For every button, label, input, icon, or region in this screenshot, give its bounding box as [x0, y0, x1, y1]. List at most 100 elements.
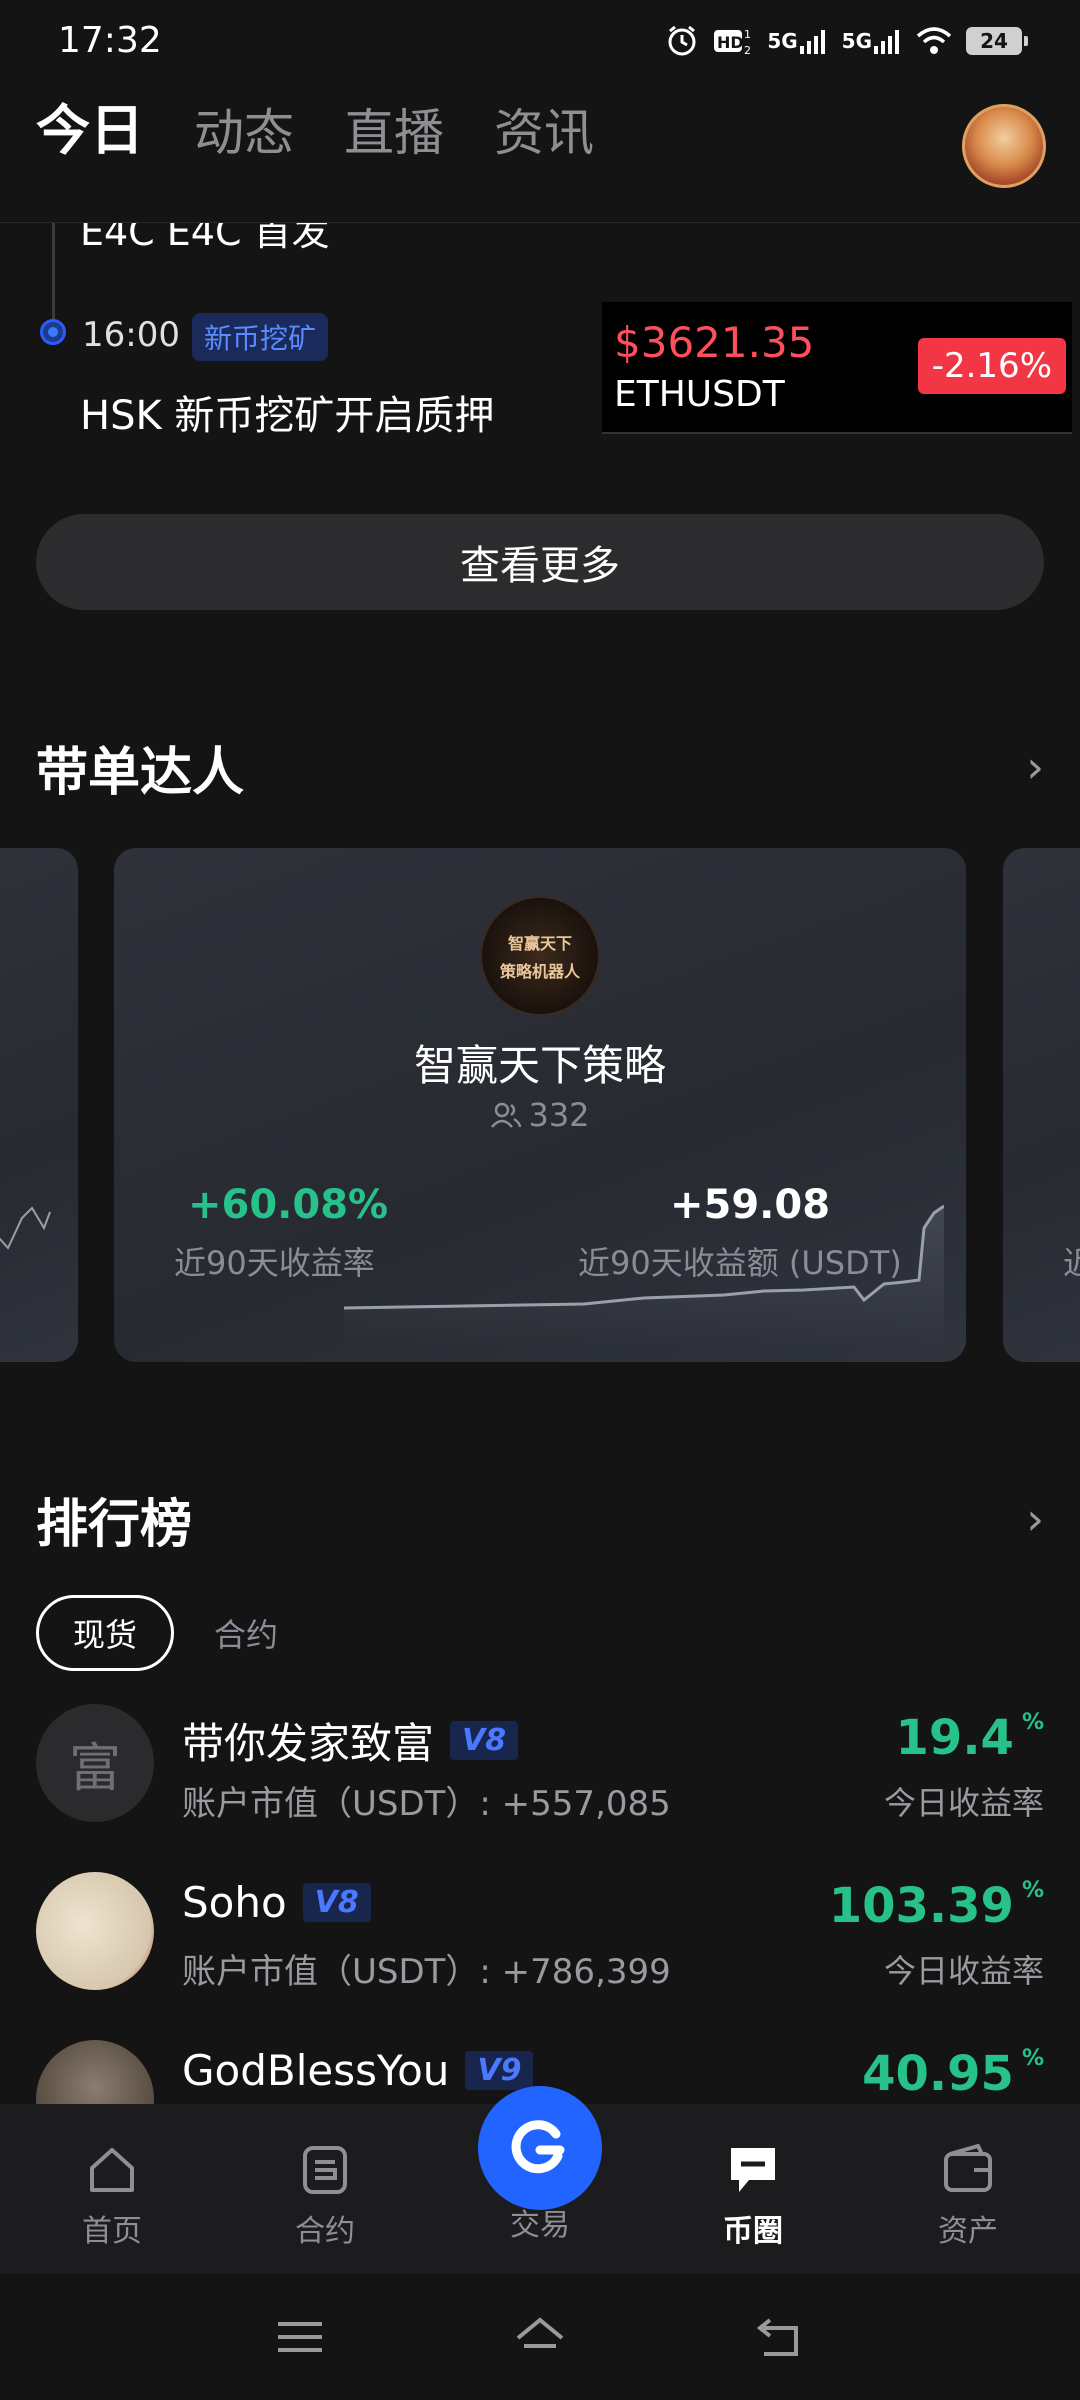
- tab-news[interactable]: 资讯: [494, 104, 594, 163]
- trader-card-next-label: 近: [1063, 1244, 1080, 1282]
- home-icon: [90, 2148, 134, 2192]
- status-bar: 17:32 HD 1 2 5G 5G 24: [0, 0, 1080, 84]
- signal-5g-icon: 5G: [767, 24, 827, 58]
- avatar: [36, 1872, 154, 1990]
- ranking-section-title: 排行榜: [36, 1495, 193, 1555]
- today-return-value: 19.4: [895, 1710, 1014, 1766]
- nav-assets-label: 资产: [938, 2214, 998, 2249]
- nav-home[interactable]: 首页: [42, 2140, 182, 2250]
- nav-circle[interactable]: 币圈: [683, 2140, 823, 2250]
- status-time: 17:32: [58, 20, 162, 61]
- nav-circle-label: 币圈: [723, 2214, 783, 2249]
- trade-icon: [511, 2120, 565, 2174]
- today-return-value: 103.39: [828, 1878, 1014, 1934]
- trader-card-prev-chart: [0, 1206, 51, 1250]
- timeline-time: 16:00: [82, 315, 180, 355]
- signal-5g-icon: 5G: [842, 24, 902, 58]
- today-return: 103.39%: [829, 1878, 1044, 1934]
- tab-live[interactable]: 直播: [344, 104, 444, 163]
- net-label-1: 5G: [767, 29, 798, 53]
- trader-pnl-label: 近90天收益额 (USDT): [578, 1244, 902, 1282]
- nav-home-label: 首页: [82, 2214, 142, 2249]
- tab-feed[interactable]: 动态: [194, 104, 294, 163]
- timeline-line: [52, 223, 55, 323]
- hd-icon: HD 1 2: [714, 28, 751, 57]
- traders-section-header[interactable]: 带单达人 ›: [36, 730, 1044, 805]
- menu-icon[interactable]: [270, 2312, 330, 2362]
- back-icon[interactable]: [750, 2312, 810, 2362]
- top-tabs: 今日 动态 直播 资讯: [36, 99, 594, 163]
- trade-button[interactable]: [478, 2086, 602, 2210]
- ranking-row-name: 带你发家致富 V8: [182, 1710, 519, 1771]
- today-return: 19.4%: [896, 1710, 1044, 1766]
- followers-icon: [491, 1102, 522, 1128]
- percent-unit: %: [1021, 2046, 1044, 2071]
- event-timeline: E4C E4C 首发 16:00 新币挖矿 HSK 新币挖矿开启质押: [0, 223, 600, 433]
- nav-assets[interactable]: 资产: [898, 2140, 1038, 2250]
- trader-roi-label: 近90天收益率: [174, 1244, 375, 1282]
- ticker-change-badge: -2.16%: [917, 338, 1066, 394]
- trader-avatar-line1: 智赢天下: [507, 934, 572, 953]
- trader-name: 智赢天下策略: [413, 1041, 666, 1090]
- today-return-value: 40.95: [862, 2046, 1014, 2102]
- tab-today[interactable]: 今日: [36, 99, 144, 162]
- price-ticker-widget[interactable]: $3621.35 ETHUSDT -2.16%: [602, 302, 1072, 434]
- trader-card[interactable]: 智赢天下 策略机器人 智赢天下策略 332 +60.08% 近90天收益率 +5…: [114, 848, 966, 1362]
- account-value: 账户市值（USDT）: +786,399: [182, 1952, 671, 1992]
- chevron-right-icon[interactable]: ›: [1026, 1494, 1044, 1545]
- see-more-button[interactable]: 查看更多: [36, 514, 1044, 610]
- traders-section-title: 带单达人: [36, 743, 245, 803]
- wifi-icon: [916, 27, 952, 54]
- nav-contract-label: 合约: [295, 2214, 355, 2249]
- wallet-icon: [944, 2143, 992, 2192]
- nav-contract[interactable]: 合约: [255, 2140, 395, 2250]
- today-return-label: 今日收益率: [883, 1952, 1044, 1990]
- trader-roi-value: +60.08%: [188, 1182, 389, 1228]
- percent-unit: %: [1021, 1710, 1044, 1735]
- ranking-row[interactable]: Soho V8 账户市值（USDT）: +786,399 103.39% 今日收…: [36, 1872, 1044, 2012]
- status-icons: HD 1 2 5G 5G 24: [665, 24, 1028, 58]
- trader-avatar: 智赢天下 策略机器人: [480, 896, 600, 1016]
- home-nav-icon[interactable]: [510, 2312, 570, 2362]
- ticker-price: $3621.35: [614, 318, 815, 367]
- today-return: 40.95%: [862, 2046, 1044, 2102]
- trader-avatar-line2: 策略机器人: [499, 962, 580, 981]
- trader-card-prev[interactable]: ): [0, 848, 78, 1362]
- avatar: 富: [36, 1704, 154, 1822]
- chat-icon: [731, 2148, 775, 2192]
- timeline-item-prev-title[interactable]: E4C E4C 首发: [80, 223, 330, 256]
- ranking-row[interactable]: 富 带你发家致富 V8 账户市值（USDT）: +557,085 19.4% 今…: [36, 1704, 1044, 1844]
- battery-indicator: 24: [966, 27, 1028, 55]
- trader-followers-count: 332: [528, 1096, 590, 1134]
- net-label-2: 5G: [841, 29, 872, 53]
- today-return-label: 今日收益率: [883, 1784, 1044, 1822]
- timeline-dot: [40, 319, 66, 345]
- vip-badge: V8: [302, 1883, 371, 1922]
- ranking-row-name: Soho V8: [182, 1878, 371, 1927]
- tab-futures[interactable]: 合约: [214, 1610, 278, 1656]
- chevron-right-icon[interactable]: ›: [1026, 742, 1044, 793]
- trader-card-next[interactable]: 近: [1003, 848, 1080, 1362]
- trader-pnl-value: +59.08: [670, 1182, 831, 1228]
- ranking-user-name: GodBlessYou: [182, 2046, 450, 2095]
- account-value: 账户市值（USDT）: +557,085: [182, 1784, 671, 1824]
- contract-icon: [303, 2146, 347, 2194]
- ranking-row-name: GodBlessYou V9: [182, 2046, 534, 2095]
- timeline-badge: 新币挖矿: [192, 313, 329, 361]
- avatar: [36, 2040, 154, 2104]
- trader-followers: 332: [114, 1096, 966, 1134]
- trader-card-prev-label: ): [0, 1238, 2, 1276]
- ranking-user-name: Soho: [182, 1878, 287, 1927]
- ranking-user-name: 带你发家致富: [182, 1719, 435, 1768]
- percent-unit: %: [1021, 1878, 1044, 1903]
- user-avatar[interactable]: [962, 104, 1046, 188]
- timeline-item-title[interactable]: HSK 新币挖矿开启质押: [80, 383, 494, 433]
- tab-spot[interactable]: 现货: [36, 1595, 175, 1671]
- vip-badge: V9: [465, 2051, 534, 2090]
- ranking-tabs: 现货 合约: [36, 1595, 278, 1671]
- alarm-icon: [668, 25, 696, 56]
- svg-text:HD: HD: [717, 33, 744, 52]
- svg-text:2: 2: [744, 44, 751, 57]
- ranking-section-header[interactable]: 排行榜 ›: [36, 1482, 1044, 1557]
- vip-badge: V8: [450, 1721, 519, 1760]
